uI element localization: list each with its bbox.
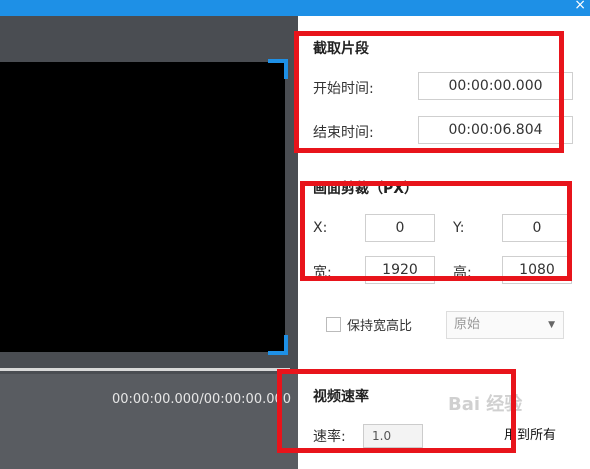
start-time-label: 开始时间:	[313, 81, 374, 97]
speed-rate-label: 速率:	[313, 429, 346, 445]
clip-section-title: 截取片段	[313, 41, 369, 57]
seek-bar[interactable]	[0, 368, 290, 371]
crop-y-label: Y:	[453, 220, 465, 236]
apply-to-all-label[interactable]: 用到所有	[504, 424, 556, 443]
crop-handle-bottom-right[interactable]	[268, 335, 288, 355]
crop-height-label: 高:	[453, 265, 472, 281]
aspect-ratio-select-value: 原始	[454, 317, 481, 332]
crop-x-input[interactable]: 0	[365, 214, 435, 242]
aspect-ratio-select[interactable]: 原始 ▼	[446, 311, 564, 339]
end-time-label: 结束时间:	[313, 125, 374, 141]
keep-aspect-ratio-label: 保持宽高比	[347, 319, 413, 334]
crop-section-title: 画面剪裁（PX）	[313, 181, 419, 197]
crop-y-input[interactable]: 0	[502, 214, 572, 242]
crop-x-label: X:	[313, 220, 328, 236]
crop-handle-top-right[interactable]	[268, 59, 288, 79]
playback-timecode: 00:00:00.000/00:00:00.000	[112, 392, 292, 407]
crop-width-input[interactable]: 1920	[365, 256, 435, 284]
crop-width-label: 宽:	[313, 265, 332, 281]
keep-aspect-ratio-checkbox[interactable]	[326, 317, 341, 332]
end-time-input[interactable]: 00:00:06.804	[418, 116, 573, 144]
chevron-down-icon: ▼	[548, 320, 555, 330]
crop-height-input[interactable]: 1080	[502, 256, 572, 284]
speed-rate-input[interactable]: 1.0	[363, 424, 423, 448]
video-preview[interactable]	[0, 59, 288, 355]
title-bar: ×	[0, 0, 590, 16]
baidu-watermark: Bai 经验	[448, 394, 523, 415]
close-icon[interactable]: ×	[574, 0, 586, 13]
player-controls	[0, 374, 298, 469]
start-time-input[interactable]: 00:00:00.000	[418, 72, 573, 100]
speed-section-title: 视频速率	[313, 389, 369, 405]
video-player	[0, 16, 298, 469]
